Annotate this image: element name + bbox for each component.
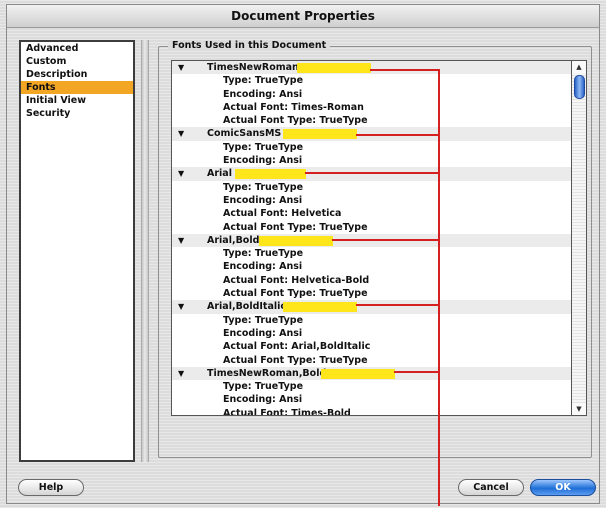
yellow-highlight <box>283 129 357 140</box>
font-property: Actual Font: Helvetica-Bold <box>223 274 370 286</box>
disclosure-triangle-down-icon[interactable]: ▼ <box>178 127 184 140</box>
disclosure-triangle-down-icon[interactable]: ▼ <box>178 234 184 247</box>
font-name: Arial <box>207 168 232 180</box>
font-name: Arial,BoldItalic <box>207 301 287 313</box>
scroll-up-arrow-icon[interactable]: ▲ <box>572 61 586 73</box>
font-property: Actual Font Type: TrueType <box>223 288 368 300</box>
font-property: Type: TrueType <box>223 141 304 153</box>
pane-splitter[interactable] <box>141 40 149 462</box>
yellow-highlight <box>259 235 333 246</box>
font-row[interactable]: ▼ Arial,BoldItalic <box>172 300 571 314</box>
font-property: Type: TrueType <box>223 75 304 87</box>
yellow-highlight <box>283 302 357 313</box>
cancel-button[interactable]: Cancel <box>458 479 524 496</box>
disclosure-triangle-down-icon[interactable]: ▼ <box>178 61 184 74</box>
font-property: Actual Font Type: TrueType <box>223 115 368 127</box>
font-name: Arial,Bold <box>207 234 260 246</box>
group-title: Fonts Used in this Document <box>168 40 331 51</box>
title-bar[interactable]: Document Properties <box>7 5 599 28</box>
font-property: Encoding: Ansi <box>223 155 303 167</box>
sidebar-item-description[interactable]: Description <box>21 68 133 81</box>
font-row[interactable]: ▼ TimesNewRoman <box>172 61 571 75</box>
font-property: Encoding: Ansi <box>223 194 303 206</box>
font-property: Actual Font: Arial,BoldItalic <box>223 341 371 353</box>
font-property: Encoding: Ansi <box>223 327 303 339</box>
callout-line <box>370 69 440 71</box>
sidebar-item-custom[interactable]: Custom <box>21 55 133 68</box>
font-property: Type: TrueType <box>223 248 304 260</box>
font-row[interactable]: ▼ Arial <box>172 167 571 181</box>
yellow-highlight <box>321 368 395 379</box>
disclosure-triangle-down-icon[interactable]: ▼ <box>178 300 184 313</box>
font-property: Type: TrueType <box>223 381 304 393</box>
font-property: Encoding: Ansi <box>223 394 303 406</box>
callout-line <box>394 371 440 373</box>
callout-line <box>356 134 440 136</box>
font-property: Actual Font: Times-Bold <box>223 407 351 416</box>
callout-line <box>305 172 440 174</box>
window-title: Document Properties <box>231 9 375 23</box>
sidebar-item-security[interactable]: Security <box>21 107 133 120</box>
scroll-thumb[interactable] <box>574 75 585 99</box>
fonts-list[interactable]: ▼ TimesNewRoman Type: TrueType Encoding:… <box>171 60 572 416</box>
font-name: TimesNewRoman,Bold <box>207 367 327 379</box>
font-name: ComicSansMS <box>207 128 282 140</box>
help-button[interactable]: Help <box>18 479 84 496</box>
font-property: Encoding: Ansi <box>223 261 303 273</box>
sidebar-item-advanced[interactable]: Advanced <box>21 42 133 55</box>
disclosure-triangle-down-icon[interactable]: ▼ <box>178 367 184 380</box>
vertical-scrollbar[interactable]: ▲ ▼ <box>572 60 587 416</box>
scroll-down-arrow-icon[interactable]: ▼ <box>572 403 586 415</box>
font-property: Encoding: Ansi <box>223 88 303 100</box>
callout-line <box>332 239 440 241</box>
font-property: Actual Font Type: TrueType <box>223 221 368 233</box>
font-name: TimesNewRoman <box>207 62 299 73</box>
disclosure-triangle-down-icon[interactable]: ▼ <box>178 167 184 180</box>
callout-line <box>356 304 440 306</box>
ok-button[interactable]: OK <box>530 479 596 496</box>
font-property: Actual Font: Helvetica <box>223 208 342 220</box>
font-property: Actual Font: Times-Roman <box>223 101 364 113</box>
sidebar-item-initial-view[interactable]: Initial View <box>21 94 133 107</box>
sidebar-item-fonts[interactable]: Fonts <box>21 81 133 94</box>
font-property: Type: TrueType <box>223 314 304 326</box>
font-property: Type: TrueType <box>223 181 304 193</box>
properties-category-list[interactable]: Advanced Custom Description Fonts Initia… <box>19 40 135 462</box>
font-property: Actual Font Type: TrueType <box>223 354 368 366</box>
font-row[interactable]: ▼ TimesNewRoman,Bold <box>172 366 571 381</box>
yellow-highlight <box>235 169 306 180</box>
yellow-highlight <box>297 63 371 73</box>
